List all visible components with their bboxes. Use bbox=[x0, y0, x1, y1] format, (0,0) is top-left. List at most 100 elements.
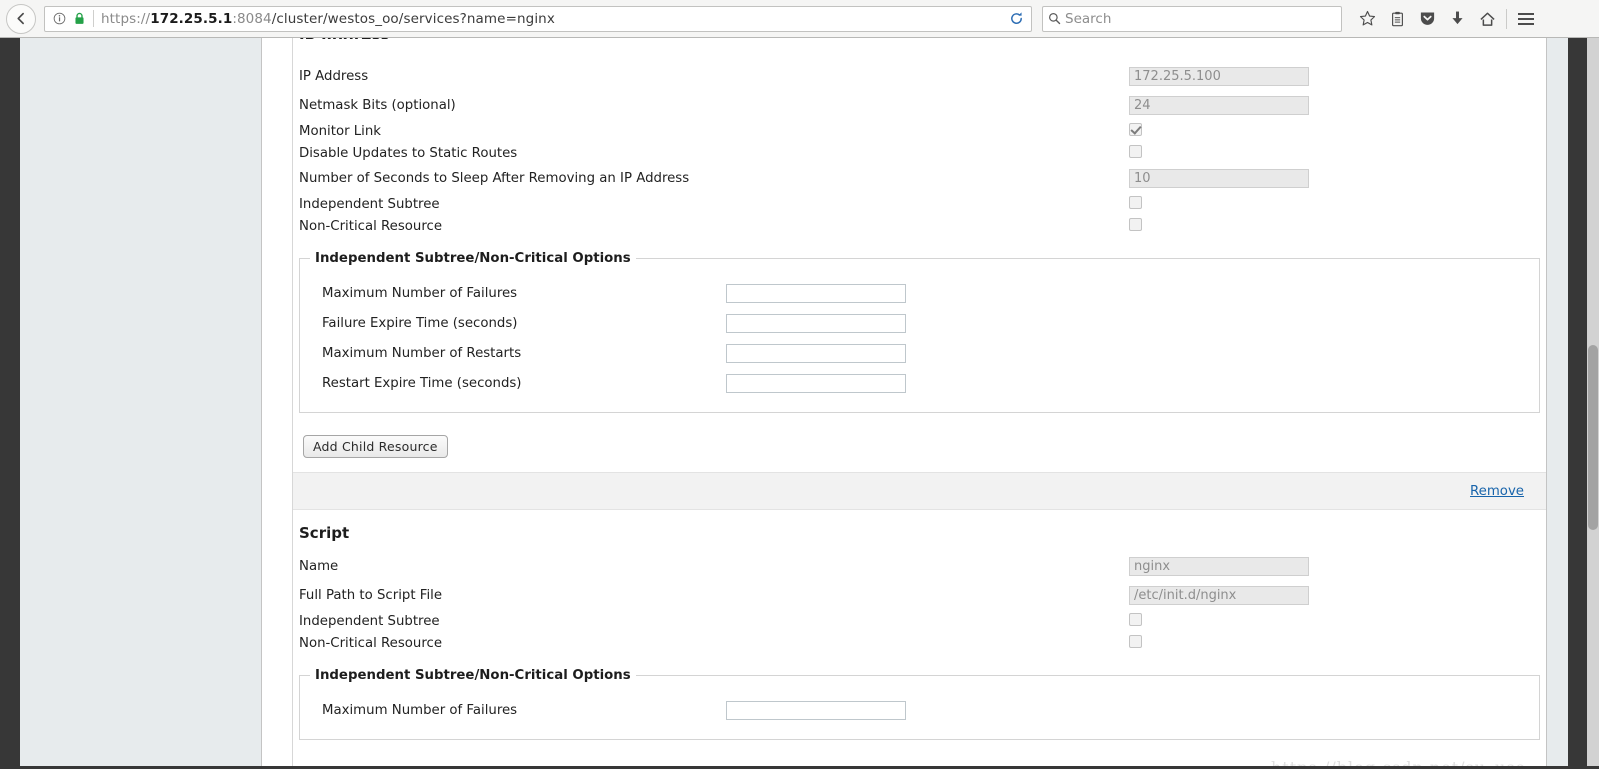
field-control bbox=[1129, 217, 1142, 235]
search-input[interactable]: Search bbox=[1065, 11, 1111, 27]
remove-link[interactable]: Remove bbox=[1470, 484, 1524, 499]
checkbox-ip-address-5[interactable] bbox=[1129, 195, 1142, 209]
form-row: Monitor Link bbox=[293, 120, 1546, 142]
checkbox-script-3[interactable] bbox=[1129, 634, 1142, 648]
input-ip-address-4[interactable] bbox=[1129, 169, 1309, 188]
input-script-0[interactable] bbox=[1129, 557, 1309, 576]
reload-icon bbox=[1010, 12, 1022, 24]
option-row: Maximum Number of Failures bbox=[300, 695, 1539, 725]
option-input-ip-address-3[interactable] bbox=[726, 373, 906, 393]
form-row: Name bbox=[293, 552, 1546, 581]
input-script-1[interactable] bbox=[1129, 586, 1309, 605]
option-input-ip-address-1[interactable] bbox=[726, 313, 906, 333]
field-control bbox=[1129, 612, 1142, 630]
back-arrow-icon bbox=[16, 12, 24, 25]
home-icon[interactable] bbox=[1472, 4, 1502, 34]
field-control bbox=[1129, 195, 1142, 213]
option-row: Maximum Number of Failures bbox=[300, 278, 1539, 308]
form-row: IP Address bbox=[293, 62, 1546, 91]
options-fieldset-ip-address: Independent Subtree/Non-Critical Options… bbox=[299, 251, 1540, 413]
add-child-resource-button[interactable]: Add Child Resource bbox=[303, 435, 448, 458]
checkbox-ip-address-6[interactable] bbox=[1129, 217, 1142, 231]
reload-button[interactable] bbox=[1003, 6, 1029, 32]
browser-tool-icons bbox=[1352, 4, 1541, 34]
remove-bar: Remove bbox=[293, 472, 1546, 510]
info-icon[interactable] bbox=[51, 10, 68, 27]
form-row: Disable Updates to Static Routes bbox=[293, 142, 1546, 164]
field-control bbox=[1129, 169, 1309, 188]
field-label: Full Path to Script File bbox=[299, 588, 443, 603]
option-row: Maximum Number of Restarts bbox=[300, 338, 1539, 368]
search-bar[interactable]: Search bbox=[1042, 5, 1342, 32]
checkbox-ip-address-3[interactable] bbox=[1129, 144, 1142, 158]
url-host: 172.25.5.1 bbox=[150, 10, 233, 27]
form-row: Independent Subtree bbox=[293, 610, 1546, 632]
pocket-shield-icon[interactable] bbox=[1412, 4, 1442, 34]
field-label: Non-Critical Resource bbox=[299, 635, 443, 651]
url-path: /cluster/westos_oo/services?name=nginx bbox=[271, 10, 555, 27]
search-icon bbox=[1043, 12, 1065, 25]
form-row: Full Path to Script File bbox=[293, 581, 1546, 610]
page-vertical-scrollbar-thumb[interactable] bbox=[1588, 345, 1598, 530]
option-input-script-0[interactable] bbox=[726, 700, 906, 720]
checkbox-ip-address-2[interactable] bbox=[1129, 122, 1142, 136]
field-label: Netmask Bits (optional) bbox=[299, 98, 456, 113]
option-input-ip-address-0[interactable] bbox=[726, 283, 906, 303]
option-label: Maximum Number of Failures bbox=[322, 285, 518, 301]
services-form-panel: IP Address IP Address Netmask Bits (option… bbox=[292, 38, 1546, 769]
address-bar-divider bbox=[93, 10, 94, 27]
options-legend: Independent Subtree/Non-Critical Options bbox=[315, 251, 631, 266]
option-label: Restart Expire Time (seconds) bbox=[322, 375, 522, 391]
field-label: Disable Updates to Static Routes bbox=[299, 145, 518, 161]
url-text: https://172.25.5.1:8084/cluster/westos_o… bbox=[101, 11, 1003, 27]
library-icon[interactable] bbox=[1382, 4, 1412, 34]
form-row: Non-Critical Resource bbox=[293, 632, 1546, 654]
field-label: Independent Subtree bbox=[299, 196, 440, 212]
options-legend: Independent Subtree/Non-Critical Options bbox=[315, 668, 631, 683]
downloads-arrow-icon[interactable] bbox=[1442, 4, 1472, 34]
field-control bbox=[1129, 634, 1142, 652]
form-row: Number of Seconds to Sleep After Removin… bbox=[293, 164, 1546, 193]
form-row: Netmask Bits (optional) bbox=[293, 91, 1546, 120]
back-button[interactable] bbox=[6, 3, 36, 34]
option-label: Maximum Number of Failures bbox=[322, 702, 518, 718]
toolbar-divider bbox=[1506, 8, 1507, 29]
field-control bbox=[1129, 67, 1309, 86]
resource-block-ip-address: IP Address IP Address Netmask Bits (option… bbox=[293, 38, 1546, 510]
left-page-gutter bbox=[20, 38, 262, 769]
option-row: Restart Expire Time (seconds) bbox=[300, 368, 1539, 398]
field-label: Independent Subtree bbox=[299, 613, 440, 629]
field-label: Monitor Link bbox=[299, 123, 382, 139]
option-input-ip-address-2[interactable] bbox=[726, 343, 906, 363]
left-desktop-strip bbox=[0, 38, 20, 769]
input-ip-address-1[interactable] bbox=[1129, 96, 1309, 115]
section-heading-script: Script bbox=[299, 524, 350, 542]
field-label: Non-Critical Resource bbox=[299, 218, 443, 234]
url-port: :8084 bbox=[232, 10, 272, 27]
options-fieldset-script: Independent Subtree/Non-Critical Options… bbox=[299, 668, 1540, 740]
field-control bbox=[1129, 96, 1309, 115]
browser-toolbar: https://172.25.5.1:8084/cluster/westos_o… bbox=[0, 0, 1599, 38]
hamburger-menu-icon[interactable] bbox=[1511, 4, 1541, 34]
form-row: Non-Critical Resource bbox=[293, 215, 1546, 237]
resource-block-script: Script Name Full Path to Script File Indepe… bbox=[293, 510, 1546, 740]
option-label: Failure Expire Time (seconds) bbox=[322, 315, 518, 331]
input-ip-address-0[interactable] bbox=[1129, 67, 1309, 86]
option-label: Maximum Number of Restarts bbox=[322, 345, 522, 361]
checkbox-script-2[interactable] bbox=[1129, 612, 1142, 626]
section-heading-ip-address: IP Address bbox=[299, 38, 389, 39]
add-child-bar: Add Child Resource bbox=[293, 413, 1546, 472]
address-bar[interactable]: https://172.25.5.1:8084/cluster/westos_o… bbox=[44, 5, 1032, 32]
content-column: IP Address IP Address Netmask Bits (option… bbox=[262, 38, 1546, 769]
padlock-icon[interactable] bbox=[72, 12, 86, 25]
option-row: Failure Expire Time (seconds) bbox=[300, 308, 1539, 338]
page-vertical-scrollbar[interactable] bbox=[1587, 38, 1599, 769]
field-label: Name bbox=[299, 559, 339, 574]
right-page-gutter bbox=[1546, 38, 1568, 769]
form-row: Independent Subtree bbox=[293, 193, 1546, 215]
bookmark-star-icon[interactable] bbox=[1352, 4, 1382, 34]
field-control bbox=[1129, 557, 1309, 576]
field-control bbox=[1129, 122, 1142, 140]
right-desktop-strip bbox=[1568, 38, 1587, 769]
field-control bbox=[1129, 586, 1309, 605]
